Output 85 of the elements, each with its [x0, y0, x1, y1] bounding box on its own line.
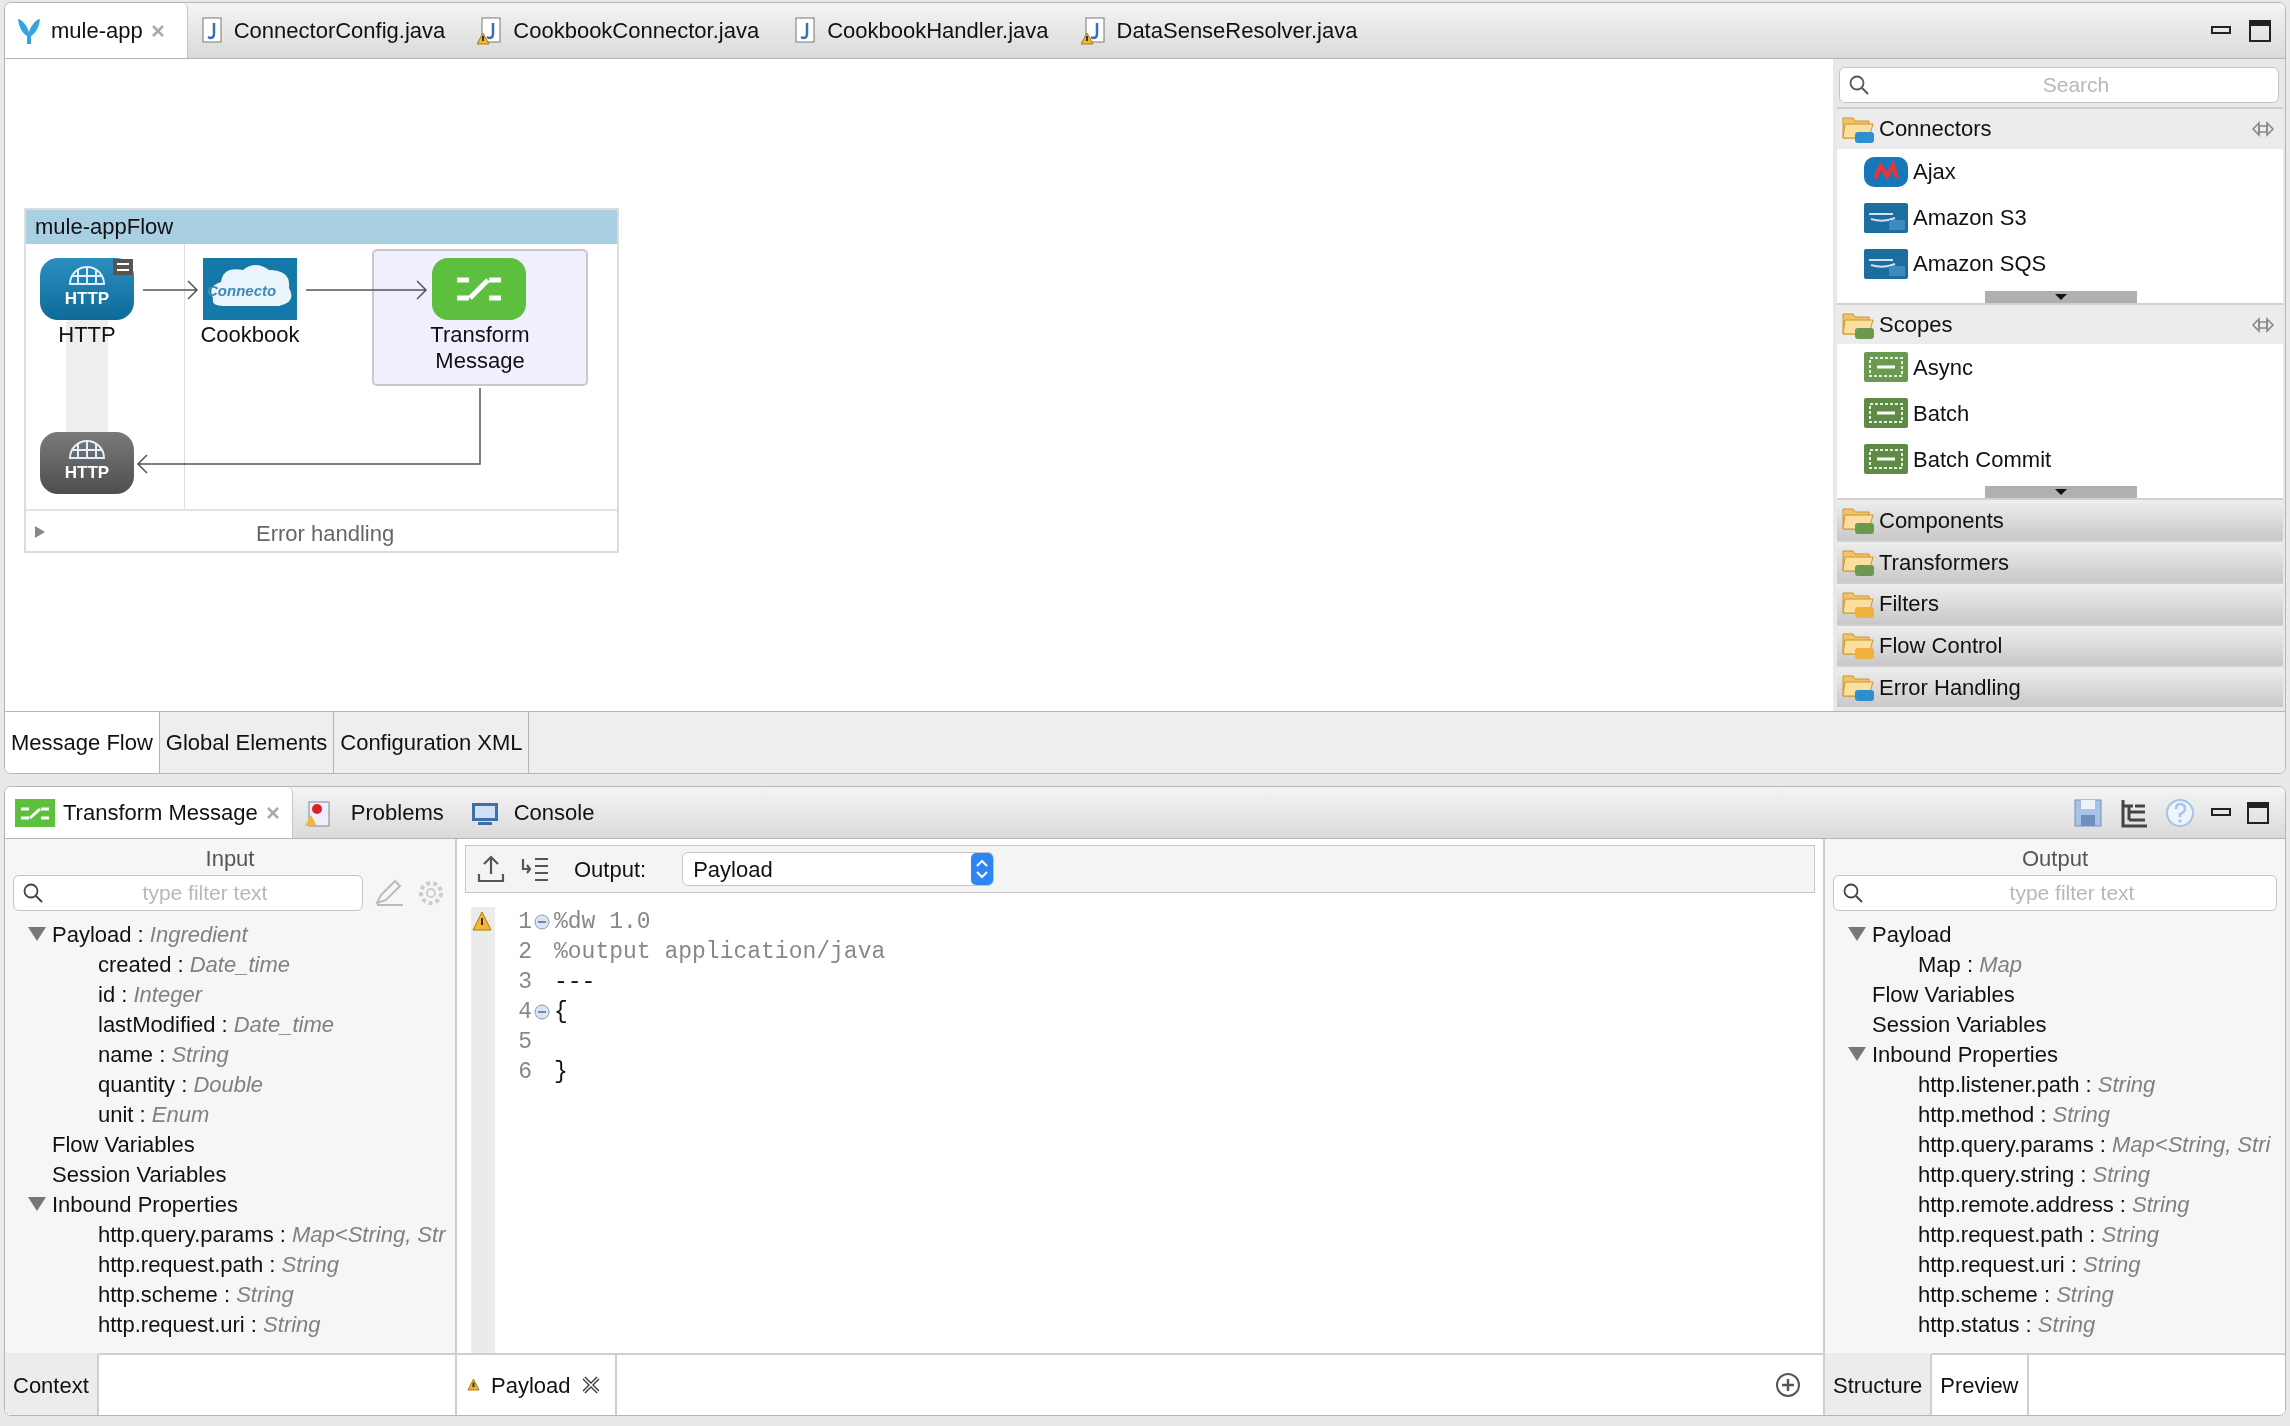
- search-field[interactable]: Search: [1839, 67, 2279, 103]
- ajax-component-icon: [1863, 155, 1909, 188]
- pane-tab[interactable]: Structure: [1825, 1353, 1933, 1415]
- line-number: 6: [517, 1057, 533, 1087]
- palette-item[interactable]: Batch: [1913, 396, 1970, 430]
- palette-item[interactable]: Amazon SQS: [1913, 247, 2047, 281]
- export-icon[interactable]: [476, 854, 506, 884]
- http-icon[interactable]: HTTP: [40, 258, 134, 320]
- editor-tab[interactable]: ConnectorConfig.java: [187, 3, 468, 58]
- tree-layout-icon[interactable]: [2119, 797, 2149, 828]
- palette-item[interactable]: Ajax: [1913, 155, 1956, 189]
- line-number: 1: [517, 907, 533, 937]
- folder-icon: [1841, 672, 1875, 703]
- pane-title: Output: [2020, 845, 2089, 873]
- editor-tab[interactable]: CookbookConnector.java: [467, 3, 782, 58]
- output-dropdown[interactable]: Payload: [682, 852, 995, 886]
- palette-category[interactable]: Filters: [1837, 581, 2283, 624]
- code-line: %dw 1.0: [554, 907, 651, 937]
- folder-icon: [1841, 505, 1875, 536]
- pane-title: Input: [204, 845, 256, 873]
- async-component-icon: [1863, 351, 1909, 384]
- palette-item[interactable]: Amazon S3: [1913, 201, 2027, 235]
- scroll-down-icon[interactable]: [1985, 486, 2137, 499]
- pin-icon[interactable]: [2251, 120, 2275, 137]
- http-response-icon[interactable]: HTTP: [40, 432, 134, 494]
- folder-icon: [1841, 630, 1875, 661]
- fold-icon[interactable]: [534, 914, 550, 930]
- dropdown-stepper-icon: [971, 853, 994, 885]
- transform-icon[interactable]: [432, 258, 526, 320]
- palette-item[interactable]: Async: [1913, 350, 1973, 384]
- palette-category[interactable]: Error Handling: [1837, 665, 2283, 708]
- palette-category[interactable]: Components: [1837, 498, 2283, 541]
- editor-tab[interactable]: CookbookHandler.java: [781, 3, 1071, 58]
- view-tab[interactable]: Problems: [292, 787, 456, 838]
- search-icon: [1849, 75, 1869, 95]
- palette-category[interactable]: Connectors: [1837, 107, 2283, 149]
- batch-component-icon: [1863, 397, 1909, 430]
- close-icon[interactable]: [580, 1375, 601, 1395]
- palette-item[interactable]: Batch Commit: [1913, 442, 2052, 476]
- filter-field[interactable]: type filter text: [1833, 875, 2277, 911]
- palette-category[interactable]: Transformers: [1837, 540, 2283, 582]
- field-label: Output:: [574, 855, 647, 884]
- line-number: 5: [517, 1027, 533, 1057]
- line-number: 2: [517, 937, 533, 967]
- tree-toggle-icon[interactable]: [1847, 1046, 1867, 1062]
- flow-title: mule-appFlow: [26, 210, 617, 244]
- filter-field[interactable]: type filter text: [13, 875, 363, 911]
- maximize-icon[interactable]: [2247, 801, 2269, 824]
- folder-icon: [1841, 547, 1875, 577]
- transform-icon: [15, 798, 55, 827]
- add-icon[interactable]: [1775, 1372, 1801, 1398]
- palette-category[interactable]: Scopes: [1837, 302, 2283, 345]
- connector-arrow: [142, 280, 199, 300]
- commit-component-icon: [1863, 443, 1909, 476]
- pane-tab[interactable]: Preview: [1932, 1353, 2029, 1415]
- scroll-down-icon[interactable]: [1985, 290, 2137, 303]
- tree-toggle-icon[interactable]: [1847, 926, 1867, 942]
- editor-view-tab[interactable]: Message Flow: [5, 712, 160, 773]
- pin-icon[interactable]: [2251, 316, 2275, 333]
- amazon-component-icon: [1863, 247, 1909, 280]
- palette-category[interactable]: Flow Control: [1837, 623, 2283, 666]
- maximize-icon[interactable]: [2249, 19, 2271, 42]
- line-number: 3: [517, 967, 533, 997]
- node-label: Transform Message: [429, 322, 531, 374]
- code-line: }: [554, 1057, 568, 1087]
- search-icon: [23, 883, 43, 903]
- view-tab[interactable]: Transform Message: [5, 787, 293, 838]
- search-icon: [1843, 883, 1863, 903]
- view-tab[interactable]: Console: [455, 787, 607, 838]
- code-line: {: [554, 997, 568, 1027]
- editor-tab[interactable]: DataSenseResolver.java: [1070, 3, 1380, 58]
- section-label: Error handling: [256, 520, 395, 548]
- tree-toggle-icon[interactable]: [27, 926, 47, 942]
- tree-toggle-icon[interactable]: [27, 1196, 47, 1212]
- pane-tab[interactable]: Context: [5, 1353, 99, 1415]
- code-line: ---: [554, 967, 596, 997]
- line-number: 4: [517, 997, 533, 1027]
- node-label: Cookbook: [199, 322, 301, 348]
- code-line: %output application/java: [554, 937, 886, 967]
- save-icon[interactable]: [2073, 797, 2103, 828]
- fold-icon[interactable]: [534, 1004, 550, 1020]
- editor-tab[interactable]: mule-app: [5, 3, 188, 58]
- expand-icon[interactable]: [34, 525, 46, 539]
- node-label: HTTP: [57, 322, 117, 348]
- amazon-component-icon: [1863, 201, 1909, 234]
